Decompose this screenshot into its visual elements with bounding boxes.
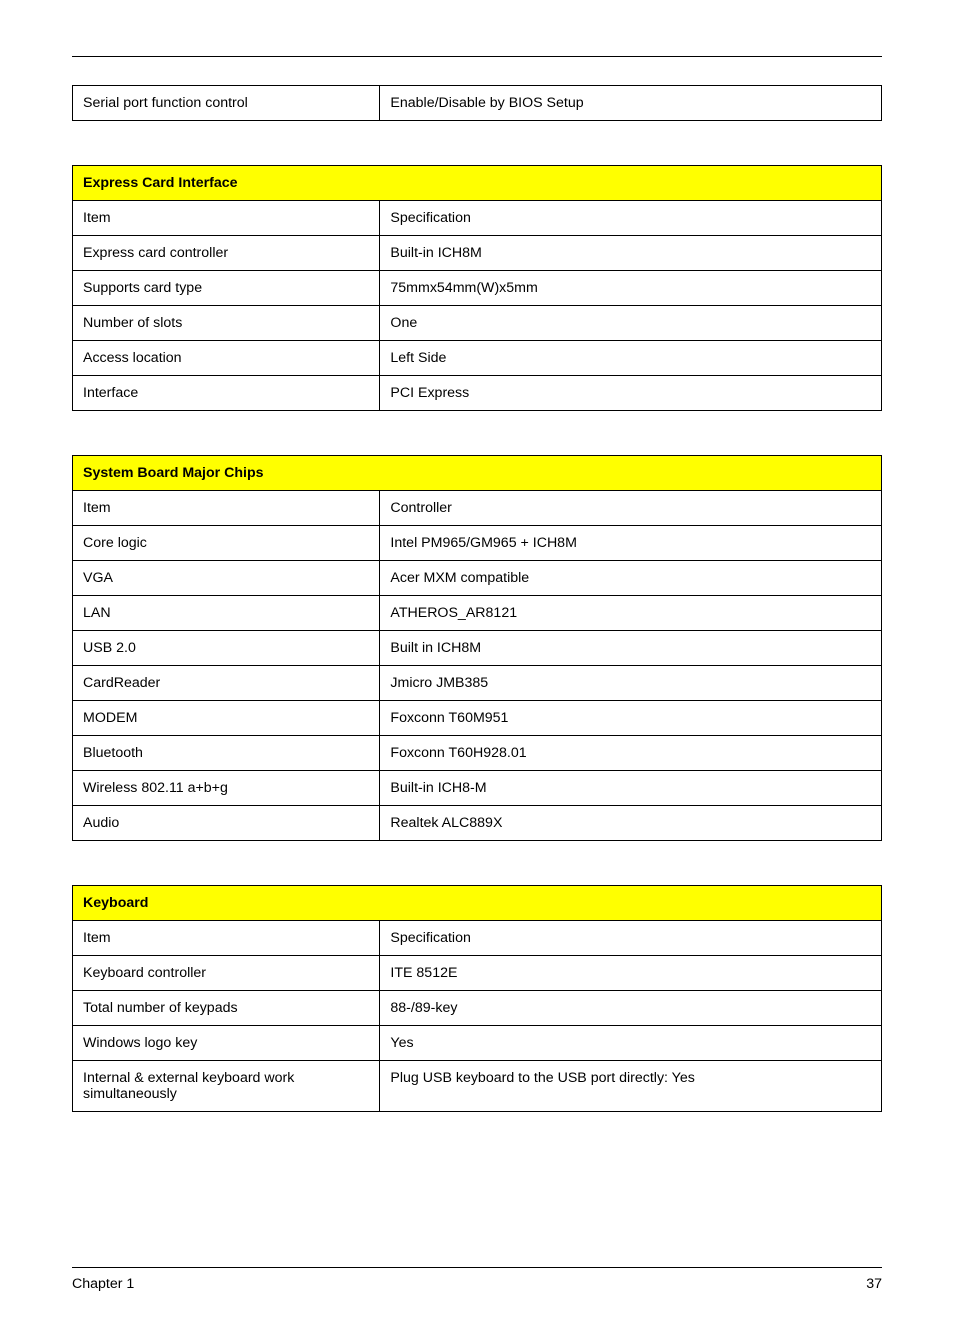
section-header: Express Card Interface [73, 166, 882, 201]
cell: Internal & external keyboard work simult… [73, 1061, 380, 1112]
column-header: Specification [380, 201, 882, 236]
cell: Realtek ALC889X [380, 806, 882, 841]
cell: USB 2.0 [73, 631, 380, 666]
express-card-table: Express Card Interface Item Specificatio… [72, 165, 882, 411]
cell: Built-in ICH8-M [380, 771, 882, 806]
cell: Left Side [380, 341, 882, 376]
column-header: Item [73, 921, 380, 956]
table-row: Express Card Interface [73, 166, 882, 201]
cell: Built-in ICH8M [380, 236, 882, 271]
table-row: Item Controller [73, 491, 882, 526]
table-row: Wireless 802.11 a+b+gBuilt-in ICH8-M [73, 771, 882, 806]
cell: Total number of keypads [73, 991, 380, 1026]
serial-port-table: Serial port function control Enable/Disa… [72, 85, 882, 121]
cell: Audio [73, 806, 380, 841]
column-header: Item [73, 201, 380, 236]
cell: Acer MXM compatible [380, 561, 882, 596]
section-header: System Board Major Chips [73, 456, 882, 491]
table-row: AudioRealtek ALC889X [73, 806, 882, 841]
column-header: Specification [380, 921, 882, 956]
cell: Core logic [73, 526, 380, 561]
cell: Bluetooth [73, 736, 380, 771]
cell: Built in ICH8M [380, 631, 882, 666]
cell: Express card controller [73, 236, 380, 271]
cell: Number of slots [73, 306, 380, 341]
column-header: Item [73, 491, 380, 526]
table-row: Item Specification [73, 201, 882, 236]
cell: Interface [73, 376, 380, 411]
table-row: Windows logo keyYes [73, 1026, 882, 1061]
cell: CardReader [73, 666, 380, 701]
table-row: Item Specification [73, 921, 882, 956]
section-header: Keyboard [73, 886, 882, 921]
table-row: Number of slotsOne [73, 306, 882, 341]
table-row: Express card controllerBuilt-in ICH8M [73, 236, 882, 271]
table-row: Access locationLeft Side [73, 341, 882, 376]
cell: Intel PM965/GM965 + ICH8M [380, 526, 882, 561]
cell: ITE 8512E [380, 956, 882, 991]
cell: Foxconn T60M951 [380, 701, 882, 736]
cell: 88-/89-key [380, 991, 882, 1026]
cell: Foxconn T60H928.01 [380, 736, 882, 771]
top-rule [72, 56, 882, 57]
column-header: Controller [380, 491, 882, 526]
table-row: Keyboard [73, 886, 882, 921]
table-row: VGAAcer MXM compatible [73, 561, 882, 596]
table-row: BluetoothFoxconn T60H928.01 [73, 736, 882, 771]
cell: MODEM [73, 701, 380, 736]
cell: VGA [73, 561, 380, 596]
footer-left: Chapter 1 [72, 1276, 134, 1292]
table-row: Serial port function control Enable/Disa… [73, 86, 882, 121]
cell-item: Serial port function control [73, 86, 380, 121]
table-row: InterfacePCI Express [73, 376, 882, 411]
cell: Supports card type [73, 271, 380, 306]
cell: Access location [73, 341, 380, 376]
cell: PCI Express [380, 376, 882, 411]
cell-spec: Enable/Disable by BIOS Setup [380, 86, 882, 121]
cell: Plug USB keyboard to the USB port direct… [380, 1061, 882, 1112]
table-row: Supports card type75mmx54mm(W)x5mm [73, 271, 882, 306]
cell: Keyboard controller [73, 956, 380, 991]
cell: One [380, 306, 882, 341]
footer-rule [72, 1267, 882, 1268]
cell: Jmicro JMB385 [380, 666, 882, 701]
table-row: CardReaderJmicro JMB385 [73, 666, 882, 701]
cell: 75mmx54mm(W)x5mm [380, 271, 882, 306]
table-row: Keyboard controllerITE 8512E [73, 956, 882, 991]
page-footer: Chapter 1 37 [72, 1267, 882, 1292]
cell: LAN [73, 596, 380, 631]
cell: Wireless 802.11 a+b+g [73, 771, 380, 806]
table-row: Core logicIntel PM965/GM965 + ICH8M [73, 526, 882, 561]
system-board-table: System Board Major Chips Item Controller… [72, 455, 882, 841]
table-row: System Board Major Chips [73, 456, 882, 491]
table-row: LANATHEROS_AR8121 [73, 596, 882, 631]
table-row: Internal & external keyboard work simult… [73, 1061, 882, 1112]
cell: ATHEROS_AR8121 [380, 596, 882, 631]
table-row: MODEMFoxconn T60M951 [73, 701, 882, 736]
keyboard-table: Keyboard Item Specification Keyboard con… [72, 885, 882, 1112]
cell: Yes [380, 1026, 882, 1061]
cell: Windows logo key [73, 1026, 380, 1061]
table-row: Total number of keypads88-/89-key [73, 991, 882, 1026]
footer-right: 37 [866, 1276, 882, 1292]
table-row: USB 2.0Built in ICH8M [73, 631, 882, 666]
